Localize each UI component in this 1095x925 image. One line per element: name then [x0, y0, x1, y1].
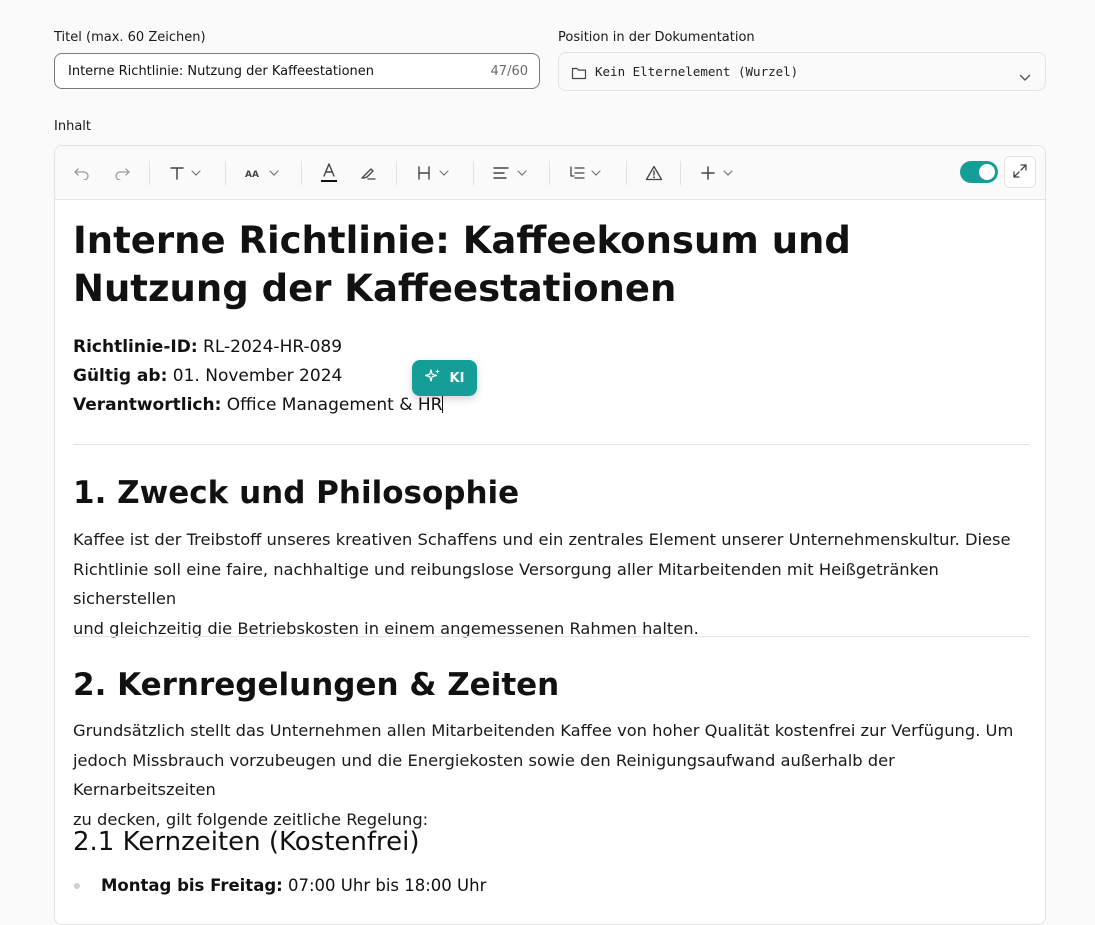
ai-assist-button[interactable]: KI [412, 360, 477, 396]
paragraph-line: jedoch Missbrauch vorzubeugen und die En… [73, 750, 895, 800]
bullet-icon [74, 883, 80, 889]
chevron-down-icon [723, 169, 733, 176]
align-icon [493, 166, 509, 180]
meta-value: 01. November 2024 [172, 366, 343, 386]
sparkles-icon [424, 368, 441, 388]
chevron-down-icon [269, 169, 279, 176]
expand-icon [1013, 163, 1027, 182]
section-heading: 2. Kernregelungen & Zeiten [73, 667, 560, 703]
title-input-value[interactable]: Interne Richtlinie: Nutzung der Kaffeest… [68, 64, 374, 79]
title-label: Titel (max. 60 Zeichen) [54, 30, 206, 45]
expand-button[interactable] [1004, 156, 1036, 188]
paragraph: Kaffee ist der Treibstoff unseres kreati… [73, 525, 1031, 643]
editor-mode-toggle[interactable] [960, 161, 998, 183]
divider [73, 444, 1029, 445]
chevron-down-icon [191, 169, 201, 176]
document-title: Interne Richtlinie: Kaffeekonsum und Nut… [73, 219, 851, 310]
content-label: Inhalt [54, 119, 91, 134]
warning-icon[interactable] [645, 146, 663, 199]
chevron-down-icon [439, 169, 449, 176]
svg-text:AA: AA [245, 170, 259, 179]
editor-toolbar: AA [55, 146, 1045, 200]
subsection-heading: 2.1 Kernzeiten (Kostenfrei) [73, 827, 420, 857]
text-cursor [442, 394, 444, 413]
chevron-down-icon [591, 169, 601, 176]
text-color-icon[interactable] [319, 146, 339, 199]
font-size-dropdown[interactable]: AA [245, 146, 279, 199]
divider [73, 636, 1029, 637]
align-dropdown[interactable] [493, 146, 527, 199]
highlight-icon[interactable] [359, 146, 377, 199]
meta-key: Verantwortlich: [73, 395, 222, 415]
insert-dropdown[interactable] [701, 146, 733, 199]
folder-icon [571, 65, 587, 84]
heading-dropdown[interactable] [417, 146, 449, 199]
paragraph-line: und gleichzeitig die Betriebskosten in e… [73, 618, 699, 638]
plus-icon [701, 165, 715, 180]
chevron-down-icon [517, 169, 527, 176]
list-dropdown[interactable] [569, 146, 601, 199]
meta-key: Gültig ab: [73, 366, 168, 386]
text-type-dropdown[interactable] [169, 146, 201, 199]
text-type-icon [169, 165, 185, 181]
font-size-icon: AA [245, 167, 263, 179]
redo-icon[interactable] [113, 146, 131, 199]
title-char-counter: 47/60 [490, 64, 528, 79]
undo-icon[interactable] [73, 146, 91, 199]
paragraph: Grundsätzlich stellt das Unternehmen all… [73, 716, 1031, 834]
list-item-key: Montag bis Freitag: [101, 876, 283, 895]
section-heading: 1. Zweck und Philosophie [73, 475, 520, 511]
position-label: Position in der Dokumentation [558, 30, 755, 45]
paragraph-line: Grundsätzlich stellt das Unternehmen all… [73, 721, 1014, 740]
heading-icon [417, 165, 431, 180]
meta-key: Richtlinie-ID: [73, 337, 198, 357]
paragraph-line: Kaffee ist der Treibstoff unseres kreati… [73, 530, 1011, 549]
meta-line-id: Richtlinie-ID: RL-2024-HR-089 [73, 336, 342, 358]
position-select[interactable]: Kein Elternelement (Wurzel) [558, 52, 1046, 91]
rich-text-editor[interactable]: AA Interne Richtlinie: Kaffeekonsum und … [54, 145, 1046, 925]
position-select-value: Kein Elternelement (Wurzel) [595, 64, 799, 79]
meta-line-valid-from: Gültig ab: 01. November 2024 [73, 365, 342, 387]
list-item-value: 07:00 Uhr bis 18:00 Uhr [288, 876, 487, 895]
chevron-down-icon [1019, 67, 1031, 86]
meta-value: RL-2024-HR-089 [203, 337, 343, 357]
list-icon [569, 165, 585, 180]
meta-value: Office Management & HR [226, 395, 443, 415]
meta-line-responsible: Verantwortlich: Office Management & HR [73, 394, 444, 416]
ai-button-label: KI [449, 370, 465, 386]
title-input[interactable]: Interne Richtlinie: Nutzung der Kaffeest… [54, 53, 540, 89]
paragraph-line: Richtlinie soll eine faire, nachhaltige … [73, 559, 939, 609]
